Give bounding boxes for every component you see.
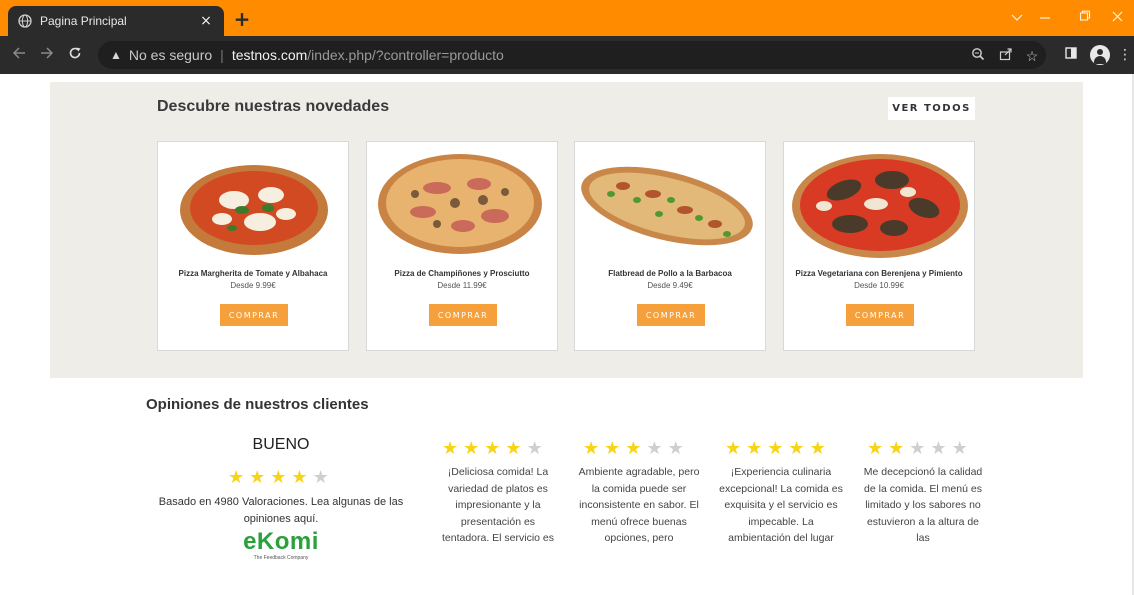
- star-empty-icon: ★: [312, 467, 329, 488]
- star-filled-icon: ★: [788, 438, 805, 459]
- ratings-summary[interactable]: Basado en 4980 Valoraciones. Lea algunas…: [148, 494, 414, 528]
- product-name[interactable]: Flatbread de Pollo a la Barbacoa: [577, 269, 763, 278]
- star-filled-icon: ★: [867, 438, 884, 459]
- comprar-button[interactable]: COMPRAR: [220, 304, 288, 326]
- product-name[interactable]: Pizza Vegetariana con Berenjena y Pimien…: [786, 269, 972, 278]
- back-icon[interactable]: [8, 44, 30, 66]
- url-host: testnos.com: [231, 47, 308, 63]
- product-card[interactable]: Pizza de Champiñones y Prosciutto Desde …: [366, 141, 558, 351]
- review-stars: ★ ★ ★ ★ ★: [867, 440, 985, 458]
- review-text: Ambiente agradable, pero la comida puede…: [578, 466, 700, 544]
- reload-icon[interactable]: [64, 44, 86, 66]
- ekomi-tagline: The Feedback Company: [253, 555, 309, 561]
- star-filled-icon: ★: [888, 438, 905, 459]
- browser-tab-strip: Pagina Principal × +: [0, 0, 1134, 36]
- review-text: ¡Experiencia culinaria excepcional! La c…: [719, 466, 843, 544]
- novedades-title: Descubre nuestras novedades: [157, 98, 390, 115]
- globe-icon: [18, 14, 32, 28]
- star-empty-icon: ★: [526, 438, 543, 459]
- profile-avatar-icon[interactable]: [1090, 45, 1110, 65]
- product-image-margherita[interactable]: [158, 148, 348, 260]
- browser-tab[interactable]: Pagina Principal ×: [8, 6, 224, 36]
- warning-icon[interactable]: ▲: [110, 48, 122, 62]
- ver-todos-button[interactable]: VER TODOS: [888, 97, 975, 120]
- overall-rating-stars: ★ ★ ★ ★ ★: [228, 469, 329, 487]
- side-panel-icon[interactable]: [1060, 44, 1082, 66]
- star-filled-icon: ★: [583, 438, 600, 459]
- review-text: ¡Deliciosa comida! La variedad de platos…: [441, 466, 555, 544]
- ekomi-brand: eKomi: [243, 528, 319, 555]
- review-stars: ★ ★ ★ ★ ★: [583, 440, 701, 458]
- product-image-prosciutto[interactable]: [367, 148, 557, 260]
- review-card: ★ ★ ★ ★ ★ ¡Experiencia culinaria excepcional…: [719, 440, 843, 545]
- overall-rating-label: BUENO: [252, 436, 310, 453]
- star-empty-icon: ★: [951, 438, 968, 459]
- product-card[interactable]: Flatbread de Pollo a la Barbacoa Desde 9…: [574, 141, 766, 351]
- review-card: ★ ★ ★ ★ ★ ¡Deliciosa comida! La variedad de …: [436, 440, 560, 545]
- product-image-flatbread[interactable]: [575, 148, 765, 260]
- novedades-section: Descubre nuestras novedades VER TODOS Pi…: [50, 82, 1083, 378]
- star-filled-icon: ★: [767, 438, 784, 459]
- menu-dots-icon[interactable]: ⋮: [1118, 44, 1132, 66]
- product-card[interactable]: Pizza Vegetariana con Berenjena y Pimien…: [783, 141, 975, 351]
- comprar-button[interactable]: COMPRAR: [846, 304, 914, 326]
- star-empty-icon: ★: [930, 438, 947, 459]
- product-price: Desde 10.99€: [854, 281, 904, 290]
- tab-title: Pagina Principal: [40, 14, 127, 28]
- product-image-vegetariana[interactable]: [784, 148, 974, 260]
- star-filled-icon: ★: [249, 467, 266, 488]
- star-filled-icon: ★: [291, 467, 308, 488]
- close-window-icon[interactable]: [1100, 6, 1134, 32]
- ekomi-logo[interactable]: eKomi The Feedback Company: [236, 528, 326, 562]
- star-filled-icon: ★: [809, 438, 826, 459]
- star-filled-icon: ★: [228, 467, 245, 488]
- product-price: Desde 11.99€: [437, 281, 487, 290]
- review-card: ★ ★ ★ ★ ★ Ambiente agradable, pero la comida…: [577, 440, 701, 545]
- star-filled-icon: ★: [604, 438, 621, 459]
- url-path: /index.php/?controller=producto: [307, 47, 504, 63]
- star-empty-icon: ★: [646, 438, 663, 459]
- product-price: Desde 9.99€: [230, 281, 276, 290]
- star-filled-icon: ★: [484, 438, 501, 459]
- review-card: ★ ★ ★ ★ ★ Me decepcionó la calidad de la com…: [861, 440, 985, 545]
- forward-icon[interactable]: [36, 44, 58, 66]
- close-tab-icon[interactable]: ×: [198, 13, 214, 29]
- security-label: No es seguro: [128, 47, 213, 63]
- product-name[interactable]: Pizza Margherita de Tomate y Albahaca: [160, 269, 346, 278]
- star-filled-icon: ★: [625, 438, 642, 459]
- url-separator: |: [220, 47, 224, 63]
- product-name[interactable]: Pizza de Champiñones y Prosciutto: [369, 269, 555, 278]
- star-filled-icon: ★: [505, 438, 522, 459]
- zoom-icon[interactable]: [968, 46, 988, 66]
- star-filled-icon: ★: [463, 438, 480, 459]
- product-card[interactable]: Pizza Margherita de Tomate y Albahaca De…: [157, 141, 349, 351]
- browser-toolbar: ▲ No es seguro | testnos.com/index.php/?…: [0, 36, 1134, 74]
- comprar-button[interactable]: COMPRAR: [637, 304, 705, 326]
- share-icon[interactable]: [996, 46, 1016, 66]
- comprar-button[interactable]: COMPRAR: [429, 304, 497, 326]
- product-price: Desde 9.49€: [647, 281, 693, 290]
- review-stars: ★ ★ ★ ★ ★: [442, 440, 560, 458]
- star-empty-icon: ★: [667, 438, 684, 459]
- review-text: Me decepcionó la calidad de la comida. E…: [863, 466, 983, 544]
- new-tab-button[interactable]: +: [232, 9, 252, 29]
- review-stars: ★ ★ ★ ★ ★: [725, 440, 843, 458]
- page-viewport: Descubre nuestras novedades VER TODOS Pi…: [0, 74, 1134, 595]
- star-empty-icon: ★: [909, 438, 926, 459]
- address-bar[interactable]: ▲ No es seguro | testnos.com/index.php/?…: [98, 41, 1046, 69]
- star-filled-icon: ★: [746, 438, 763, 459]
- star-filled-icon: ★: [725, 438, 742, 459]
- star-filled-icon: ★: [442, 438, 459, 459]
- bookmark-star-icon[interactable]: ☆: [1022, 46, 1042, 66]
- opiniones-title: Opiniones de nuestros clientes: [146, 396, 369, 413]
- star-filled-icon: ★: [270, 467, 287, 488]
